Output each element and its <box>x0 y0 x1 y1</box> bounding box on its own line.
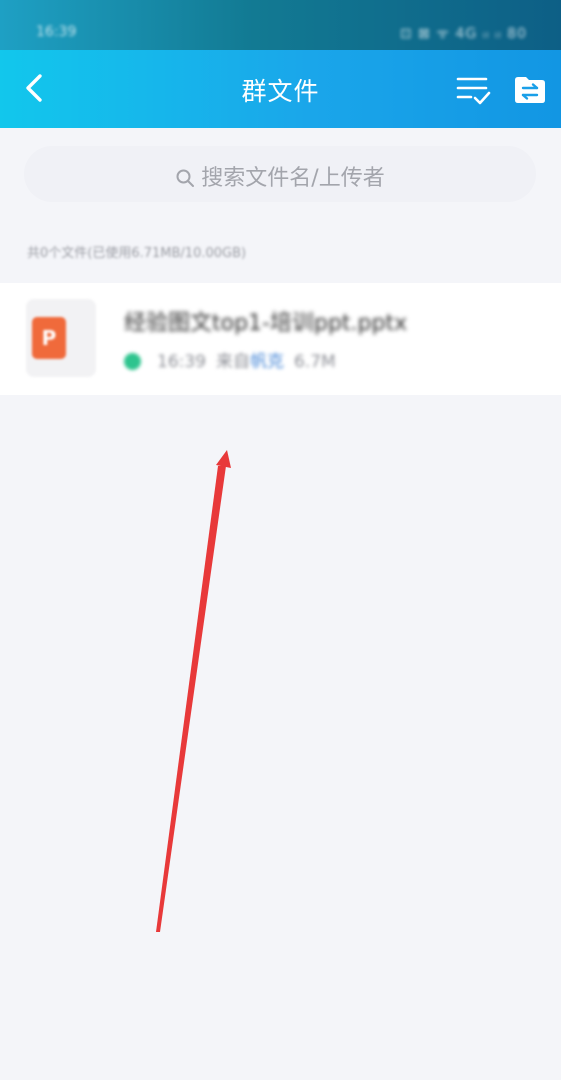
ppt-file-icon: P <box>32 317 66 359</box>
search-placeholder: 搜索文件名/上传者 <box>201 166 385 191</box>
nav-bar: 群文件 <box>0 50 561 128</box>
file-size: 6.7M <box>294 352 336 372</box>
sort-select-button[interactable] <box>455 72 491 108</box>
file-time: 16:39 <box>157 352 206 372</box>
search-icon <box>176 169 195 187</box>
upload-status-icon <box>124 353 141 370</box>
file-count-summary: 共0个文件(已使用6.71MB/10.00GB) <box>27 246 247 261</box>
list-check-icon <box>456 77 491 105</box>
annotation-arrow-head <box>216 450 231 468</box>
status-bar: 16:39 ⊡ ⊠ ᯤ 4G ᵢₗ ᵢₗ 80 <box>0 0 561 50</box>
file-thumbnail: P <box>26 299 96 377</box>
folder-transfer-icon <box>515 77 545 103</box>
status-indicators: ⊡ ⊠ ᯤ 4G ᵢₗ ᵢₗ 80 <box>399 26 527 42</box>
uploader-name[interactable]: 帆克 <box>250 352 284 372</box>
uploader-prefix: 来自 <box>216 352 250 372</box>
search-input[interactable]: 搜索文件名/上传者 <box>24 146 536 202</box>
file-meta: 16:39 来自帆克 6.7M <box>124 347 336 372</box>
status-time: 16:39 <box>36 24 77 40</box>
file-list-item[interactable]: P 经验图文top1-培训ppt.pptx 16:39 来自帆克 6.7M <box>0 283 561 395</box>
transfer-button[interactable] <box>512 72 548 108</box>
annotation-arrow-shaft <box>156 466 226 932</box>
search-placeholder-row: 搜索文件名/上传者 <box>24 160 536 192</box>
file-name: 经验图文top1-培训ppt.pptx <box>124 311 408 336</box>
